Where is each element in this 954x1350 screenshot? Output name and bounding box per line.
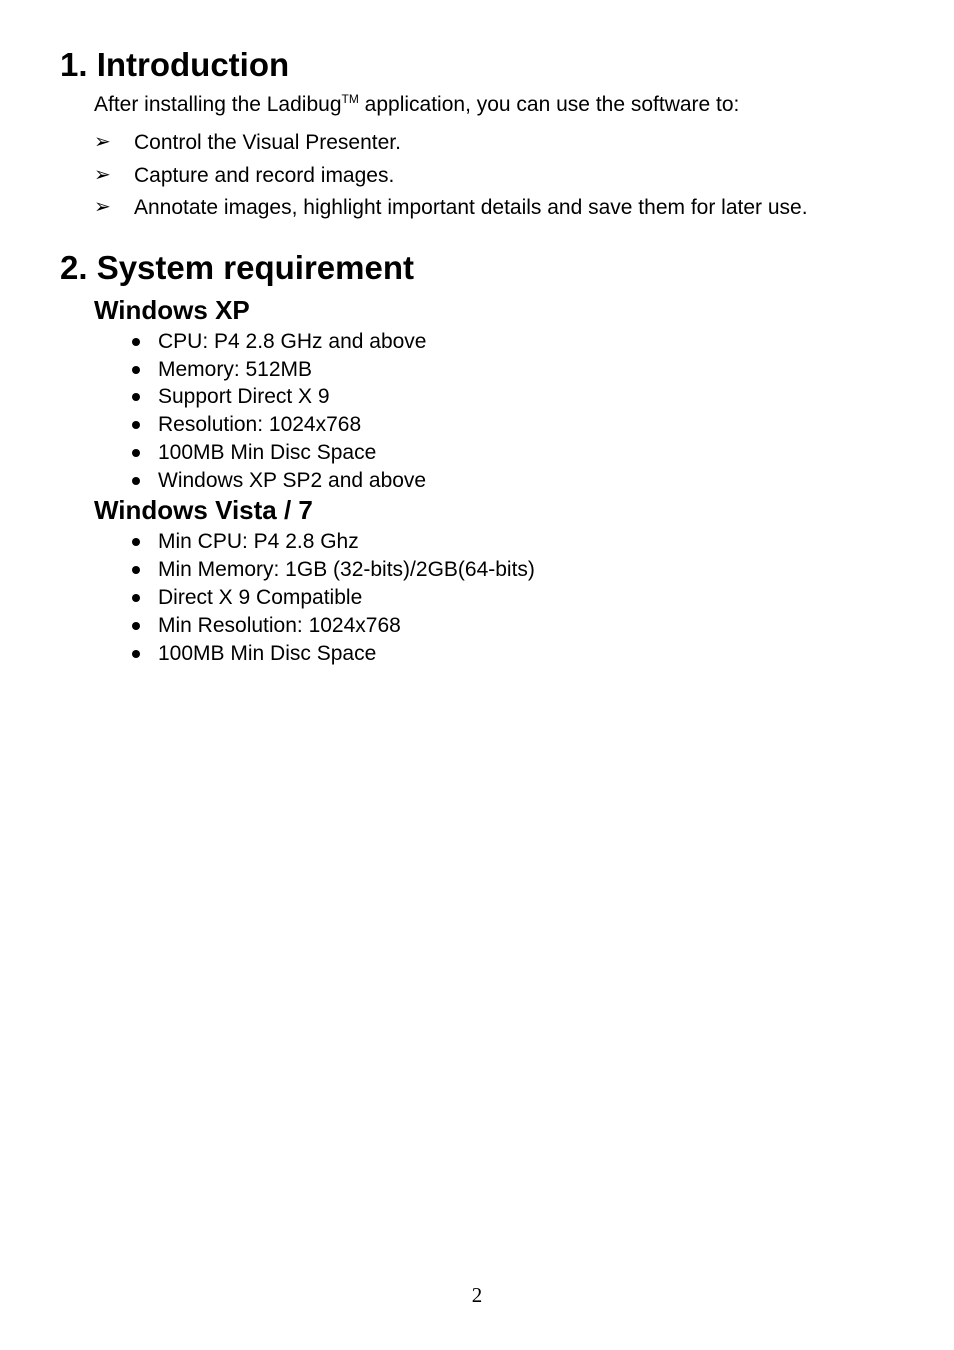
intro-paragraph: After installing the LadibugTM applicati…	[94, 92, 954, 117]
intro-feature-list: Control the Visual Presenter. Capture an…	[94, 127, 954, 225]
page-number: 2	[0, 1283, 954, 1308]
group-a-title: Windows XP	[94, 295, 954, 326]
windows-xp-requirements: CPU: P4 2.8 GHz and above Memory: 512MB …	[132, 328, 954, 496]
intro-suffix: application, you can use the software to…	[359, 93, 740, 116]
list-item: Min CPU: P4 2.8 Ghz	[132, 528, 954, 556]
windows-vista-7-requirements: Min CPU: P4 2.8 Ghz Min Memory: 1GB (32-…	[132, 528, 954, 668]
section-1-heading: 1. Introduction	[60, 46, 954, 84]
list-item: Support Direct X 9	[132, 383, 954, 411]
list-item: Min Resolution: 1024x768	[132, 612, 954, 640]
list-item: Control the Visual Presenter.	[94, 127, 954, 160]
list-item: Direct X 9 Compatible	[132, 584, 954, 612]
list-item: 100MB Min Disc Space	[132, 640, 954, 668]
list-item: 100MB Min Disc Space	[132, 439, 954, 467]
intro-prefix: After installing the Ladibug	[94, 93, 342, 116]
list-item: Windows XP SP2 and above	[132, 467, 954, 495]
list-item: Resolution: 1024x768	[132, 411, 954, 439]
document-page: 1. Introduction After installing the Lad…	[0, 0, 954, 1350]
spacer	[0, 225, 954, 249]
section-2-heading: 2. System requirement	[60, 249, 954, 287]
list-item: CPU: P4 2.8 GHz and above	[132, 328, 954, 356]
list-item: Memory: 512MB	[132, 356, 954, 384]
list-item: Capture and record images.	[94, 160, 954, 193]
group-b-title: Windows Vista / 7	[94, 495, 954, 526]
list-item: Min Memory: 1GB (32-bits)/2GB(64-bits)	[132, 556, 954, 584]
trademark-superscript: TM	[342, 92, 359, 106]
list-item: Annotate images, highlight important det…	[94, 192, 954, 225]
